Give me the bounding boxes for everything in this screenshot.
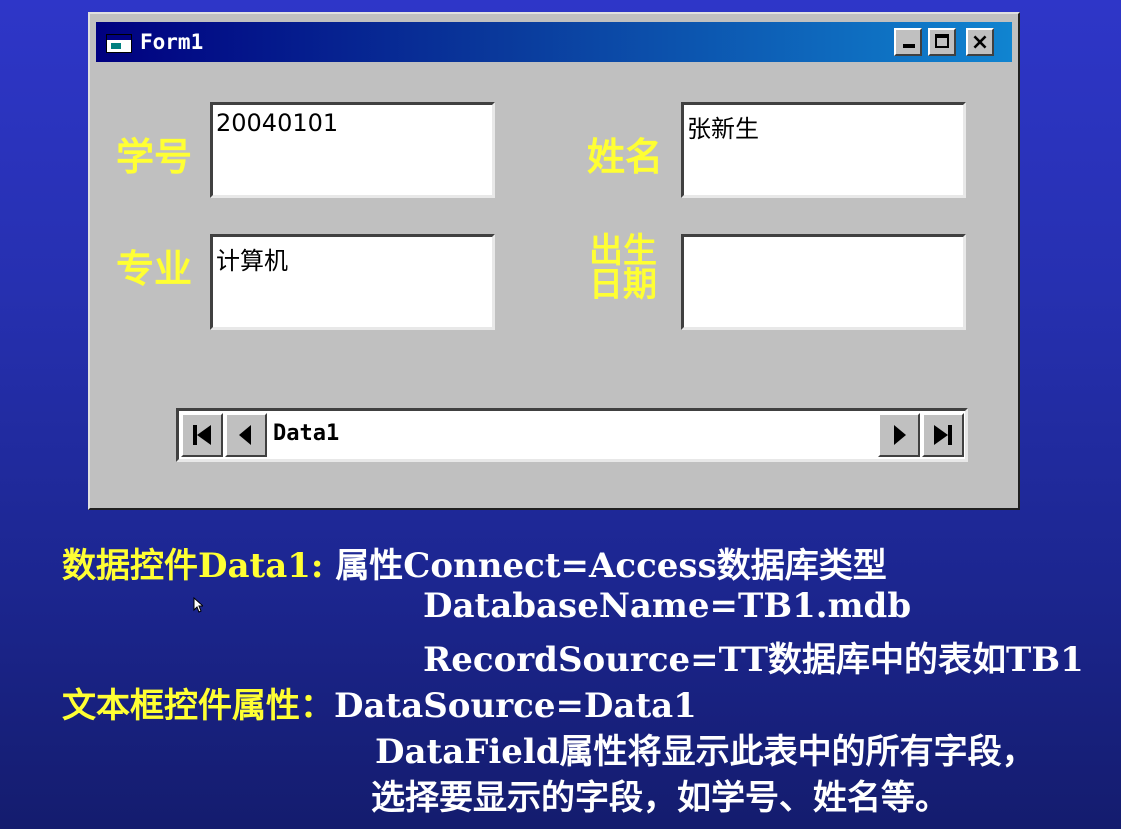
- label-student-id: 学号: [116, 135, 193, 179]
- name-textbox[interactable]: 张新生: [681, 102, 966, 198]
- note-line-5: DataField属性将显示此表中的所有字段，: [375, 732, 1036, 772]
- first-record-icon: [193, 425, 211, 445]
- move-first-button[interactable]: [181, 413, 223, 457]
- close-icon: ×: [970, 29, 990, 55]
- student-id-textbox[interactable]: 20040101: [210, 102, 495, 198]
- minimize-icon: [903, 44, 915, 48]
- birth-date-textbox[interactable]: [681, 234, 966, 330]
- form1-window[interactable]: Form1 × 学号 姓名 专业 出生 日期 20040101 张新生 计算机 …: [88, 12, 1020, 510]
- note-datasource-property: DataSource=Data1: [334, 686, 697, 726]
- data1-control[interactable]: Data1: [176, 408, 968, 462]
- label-birth-date-line2: 日期: [589, 265, 657, 305]
- note-line-2: DatabaseName=TB1.mdb: [423, 586, 912, 626]
- label-major: 专业: [116, 247, 193, 291]
- note-connect-property: 属性Connect=Access数据库类型: [335, 546, 887, 586]
- move-previous-button[interactable]: [225, 413, 267, 457]
- form-icon: [106, 34, 132, 53]
- label-birth-date-line1: 出生: [589, 231, 657, 271]
- data-control-caption: Data1: [273, 421, 340, 446]
- major-textbox[interactable]: 计算机: [210, 234, 495, 330]
- mouse-cursor-icon: [193, 597, 203, 613]
- note-line-1: 数据控件Data1: 属性Connect=Access数据库类型: [62, 538, 887, 587]
- last-record-icon: [934, 425, 952, 445]
- note-line-4: 文本框控件属性：DataSource=Data1: [62, 678, 697, 727]
- window-title: Form1: [140, 30, 204, 54]
- label-name: 姓名: [587, 135, 664, 179]
- move-next-button[interactable]: [878, 413, 920, 457]
- minimize-button[interactable]: [894, 28, 922, 56]
- next-record-icon: [894, 425, 906, 445]
- note-line-3: RecordSource=TT数据库中的表如TB1: [423, 640, 1084, 680]
- maximize-button[interactable]: [928, 28, 956, 56]
- move-last-button[interactable]: [922, 413, 964, 457]
- note-data-control-heading: 数据控件Data1:: [62, 546, 324, 586]
- close-button[interactable]: ×: [966, 28, 994, 56]
- note-line-6: 选择要显示的字段，如学号、姓名等。: [371, 778, 949, 818]
- maximize-icon: [935, 34, 949, 48]
- previous-record-icon: [239, 425, 251, 445]
- note-textbox-heading: 文本框控件属性：: [62, 686, 334, 726]
- title-bar[interactable]: Form1 ×: [96, 22, 1012, 62]
- label-birth-date: 出生 日期: [589, 234, 657, 302]
